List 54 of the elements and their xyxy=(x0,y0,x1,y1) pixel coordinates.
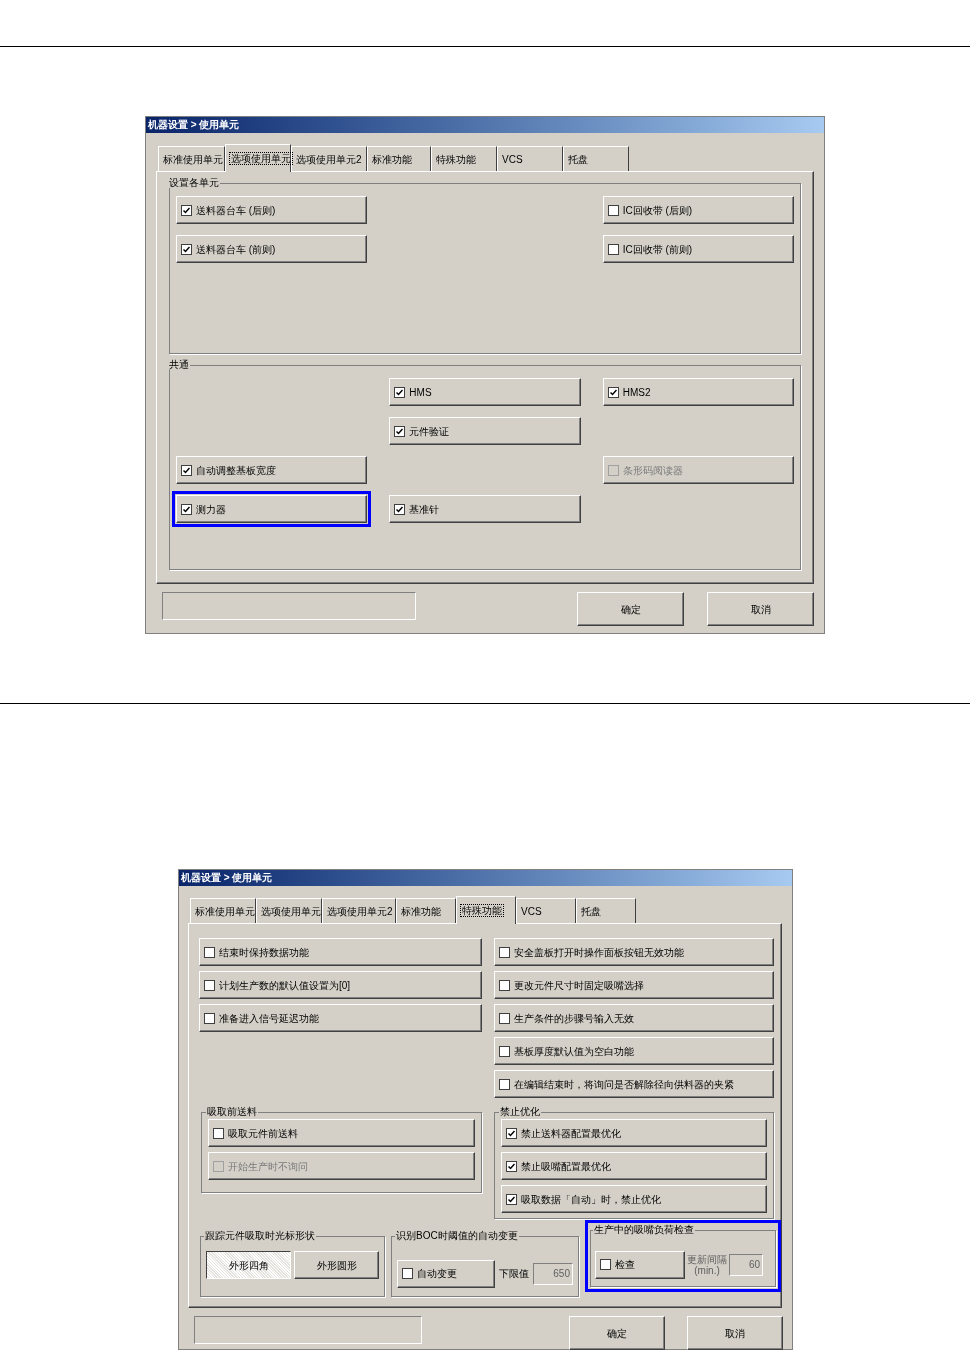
tab[interactable]: 标准使用单元 xyxy=(190,898,256,923)
shape-option-button[interactable]: 外形圆形 xyxy=(294,1251,379,1279)
tab[interactable]: 选项使用单元2 xyxy=(291,146,367,171)
group-label: 设置各单元 xyxy=(168,178,220,188)
group-label: 跟踪元件吸取时光标形状 xyxy=(204,1231,316,1241)
checkbox-button[interactable]: 送料器台车 (后则) xyxy=(176,196,368,224)
checkbox-button[interactable]: 自动变更 xyxy=(397,1259,495,1288)
tab[interactable]: 特殊功能 xyxy=(456,896,516,924)
checkbox-button[interactable]: HMS xyxy=(389,378,581,406)
checkbox-button[interactable]: 测力器 xyxy=(176,495,368,523)
ok-button[interactable]: 确定 xyxy=(577,592,684,626)
checkbox-button[interactable]: 基准针 xyxy=(389,495,581,523)
tab[interactable]: 特殊功能 xyxy=(431,146,497,171)
checkbox-button[interactable]: 在编辑结束时，将询问是否解除径向供料器的夹紧 xyxy=(494,1070,774,1098)
window-title: 机器设置 > 使用单元 xyxy=(179,870,792,886)
cancel-button[interactable]: 取消 xyxy=(687,1316,783,1350)
checkbox-button[interactable]: 送料器台车 (前则) xyxy=(176,235,368,263)
checkbox-button[interactable]: 计划生产数的默认值设置为[0] xyxy=(199,971,482,999)
checkbox-button[interactable]: IC回收带 (前则) xyxy=(602,235,794,263)
tab[interactable]: VCS xyxy=(516,898,576,923)
tab[interactable]: 选项使用单元 xyxy=(256,898,322,923)
checkbox-button[interactable]: 准备进入信号延迟功能 xyxy=(199,1004,482,1032)
checkbox-button[interactable]: 自动调整基板宽度 xyxy=(176,456,368,484)
window-title: 机器设置 > 使用单元 xyxy=(146,117,824,133)
checkbox-button[interactable]: 生产条件的步骤号输入无效 xyxy=(494,1004,774,1032)
checkbox-button[interactable]: IC回收带 (后则) xyxy=(602,196,794,224)
tab[interactable]: 托盘 xyxy=(576,898,636,923)
tab[interactable]: 标准功能 xyxy=(396,898,456,923)
checkbox-button[interactable]: HMS2 xyxy=(602,378,794,406)
ok-button[interactable]: 确定 xyxy=(569,1316,665,1350)
checkbox-button[interactable]: 结束时保持数据功能 xyxy=(199,938,482,966)
checkbox-button[interactable]: 元件验证 xyxy=(389,417,581,445)
checkbox-button[interactable]: 基板厚度默认值为空白功能 xyxy=(494,1037,774,1065)
tab[interactable]: VCS xyxy=(497,146,563,171)
group-label: 禁止优化 xyxy=(499,1107,541,1117)
group-label: 识别BOC时阈值的自动变更 xyxy=(395,1231,519,1241)
interval-label: 更新间隔 (min.) xyxy=(687,1253,727,1276)
limit-label: 下限值 xyxy=(499,1267,529,1281)
tab[interactable]: 选项使用单元2 xyxy=(322,898,396,923)
cancel-button[interactable]: 取消 xyxy=(707,592,814,626)
tab[interactable]: 托盘 xyxy=(563,146,629,171)
checkbox-button[interactable]: 禁止送料器配置最优化 xyxy=(501,1119,767,1147)
tab[interactable]: 标准使用单元 xyxy=(158,146,225,171)
tab[interactable]: 标准功能 xyxy=(367,146,431,171)
checkbox-button[interactable]: 吸取元件前送料 xyxy=(208,1119,475,1147)
checkbox-button[interactable]: 安全盖板打开时操作面板按钮无效功能 xyxy=(494,938,774,966)
checkbox-button[interactable]: 检查 xyxy=(595,1250,685,1279)
shape-option-button[interactable]: 外形四角 xyxy=(206,1251,291,1279)
group-label: 生产中的吸嘴负荷检查 xyxy=(593,1225,695,1235)
group-label: 共通 xyxy=(168,360,190,370)
checkbox-button[interactable]: 禁止吸嘴配置最优化 xyxy=(501,1152,767,1180)
checkbox-button[interactable]: 吸取数据「自动」时，禁止优化 xyxy=(501,1185,767,1213)
checkbox-button[interactable]: 更改元件尺寸时固定吸嘴选择 xyxy=(494,971,774,999)
group-label: 吸取前送料 xyxy=(206,1107,258,1117)
